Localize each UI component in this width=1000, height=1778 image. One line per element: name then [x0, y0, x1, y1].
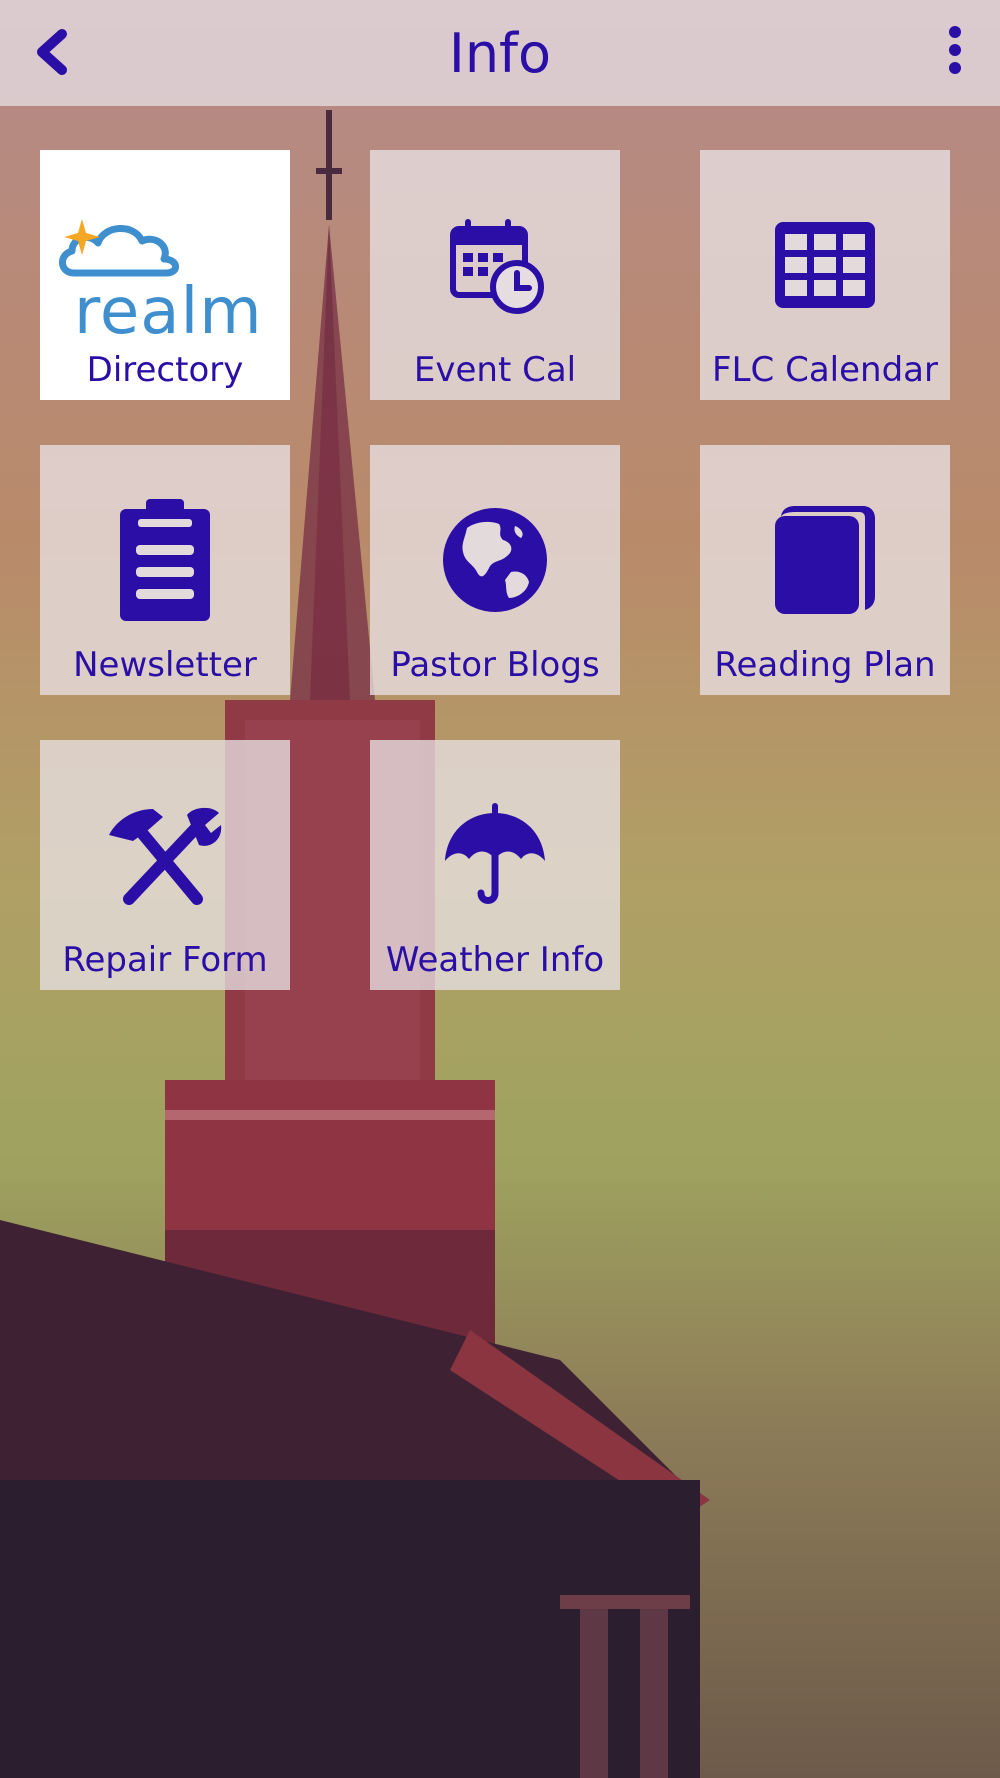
back-button[interactable] — [22, 22, 82, 82]
tile-directory[interactable]: realm Directory — [40, 150, 290, 400]
book-icon — [775, 506, 875, 614]
more-vertical-icon — [949, 26, 961, 38]
hammer-wrench-icon — [109, 807, 222, 905]
tile-label: Newsletter — [73, 645, 257, 685]
tile-event-cal[interactable]: Event Cal — [370, 150, 620, 400]
tile-label: FLC Calendar — [712, 350, 938, 390]
tile-flc-calendar[interactable]: FLC Calendar — [700, 150, 950, 400]
more-menu-button[interactable] — [930, 20, 980, 80]
clipboard-icon — [120, 499, 210, 621]
tile-newsletter[interactable]: Newsletter — [40, 445, 290, 695]
app-screen: Info realm Directory Event Cal FLC Calen… — [0, 0, 1000, 1778]
tile-pastor-blogs[interactable]: Pastor Blogs — [370, 445, 620, 695]
tile-label: Reading Plan — [714, 645, 936, 685]
page-title: Info — [448, 22, 552, 85]
umbrella-icon — [445, 803, 545, 904]
tile-weather-info[interactable]: Weather Info — [370, 740, 620, 990]
tile-reading-plan[interactable]: Reading Plan — [700, 445, 950, 695]
calendar-grid-icon — [775, 222, 875, 308]
calendar-clock-icon — [450, 219, 544, 314]
tile-repair-form[interactable]: Repair Form — [40, 740, 290, 990]
realm-logo-text: realm — [74, 275, 263, 349]
tile-label: Weather Info — [385, 940, 605, 980]
tile-label: Repair Form — [62, 940, 268, 980]
tile-label: Directory — [86, 350, 244, 390]
tile-label: Pastor Blogs — [390, 645, 600, 685]
chevron-left-icon — [37, 29, 67, 75]
tile-label: Event Cal — [413, 350, 577, 390]
globe-icon — [443, 508, 547, 612]
header-bar: Info — [0, 0, 1000, 106]
